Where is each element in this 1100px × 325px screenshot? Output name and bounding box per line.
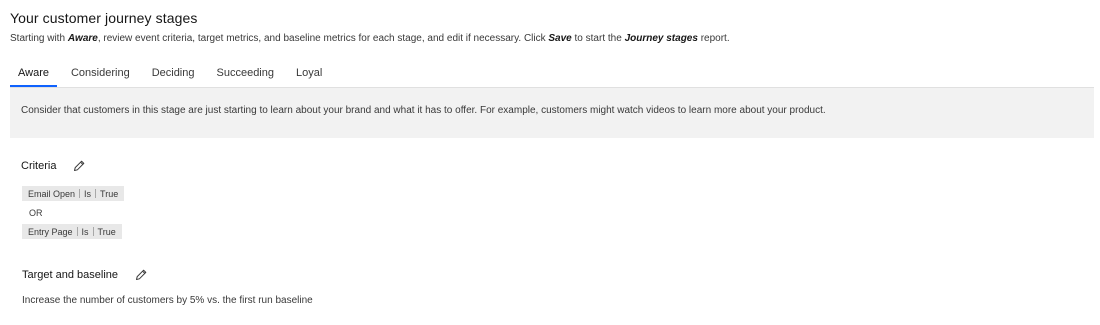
subtitle-text-1: Starting with — [10, 33, 68, 44]
subtitle-text-3: to start the — [571, 33, 625, 44]
rule-field: Email Open — [28, 188, 76, 199]
tab-considering[interactable]: Considering — [63, 62, 138, 87]
target-section-header: Target and baseline — [22, 268, 148, 282]
page-subtitle: Starting with Aware, review event criter… — [10, 33, 730, 44]
criteria-rule-chip: Email Open Is True — [22, 186, 125, 201]
criteria-rule-chip: Entry Page Is True — [22, 224, 122, 239]
chip-separator — [95, 189, 97, 198]
tab-deciding[interactable]: Deciding — [144, 62, 203, 87]
target-description: Increase the number of customers by 5% v… — [22, 295, 313, 306]
criteria-connector: OR — [29, 208, 43, 218]
rule-operator: Is — [84, 188, 92, 199]
target-edit-icon[interactable] — [134, 268, 148, 282]
stage-description-panel: Consider that customers in this stage ar… — [10, 87, 1094, 138]
chip-separator — [79, 189, 81, 198]
page-title: Your customer journey stages — [10, 10, 198, 26]
criteria-section-header: Criteria — [21, 159, 86, 173]
subtitle-text-4: report. — [697, 33, 730, 44]
criteria-heading: Criteria — [21, 160, 57, 172]
rule-field: Entry Page — [28, 226, 73, 237]
subtitle-text-2: , review event criteria, target metrics,… — [97, 33, 549, 44]
chip-separator — [92, 227, 94, 236]
journey-stages-page: Your customer journey stages Starting wi… — [0, 0, 1100, 325]
tab-succeeding[interactable]: Succeeding — [209, 62, 283, 87]
stage-tabs: Aware Considering Deciding Succeeding Lo… — [10, 62, 336, 87]
subtitle-emphasis-report: Journey stages — [624, 33, 698, 44]
rule-value: True — [100, 188, 119, 199]
subtitle-emphasis-save: Save — [548, 33, 572, 44]
subtitle-emphasis-aware: Aware — [67, 33, 98, 44]
rule-value: True — [97, 226, 116, 237]
stage-description: Consider that customers in this stage ar… — [21, 105, 826, 116]
tab-loyal[interactable]: Loyal — [288, 62, 330, 87]
target-heading: Target and baseline — [22, 269, 119, 281]
criteria-edit-icon[interactable] — [72, 159, 86, 173]
chip-separator — [76, 227, 78, 236]
rule-operator: Is — [81, 226, 89, 237]
tab-aware[interactable]: Aware — [10, 62, 57, 87]
